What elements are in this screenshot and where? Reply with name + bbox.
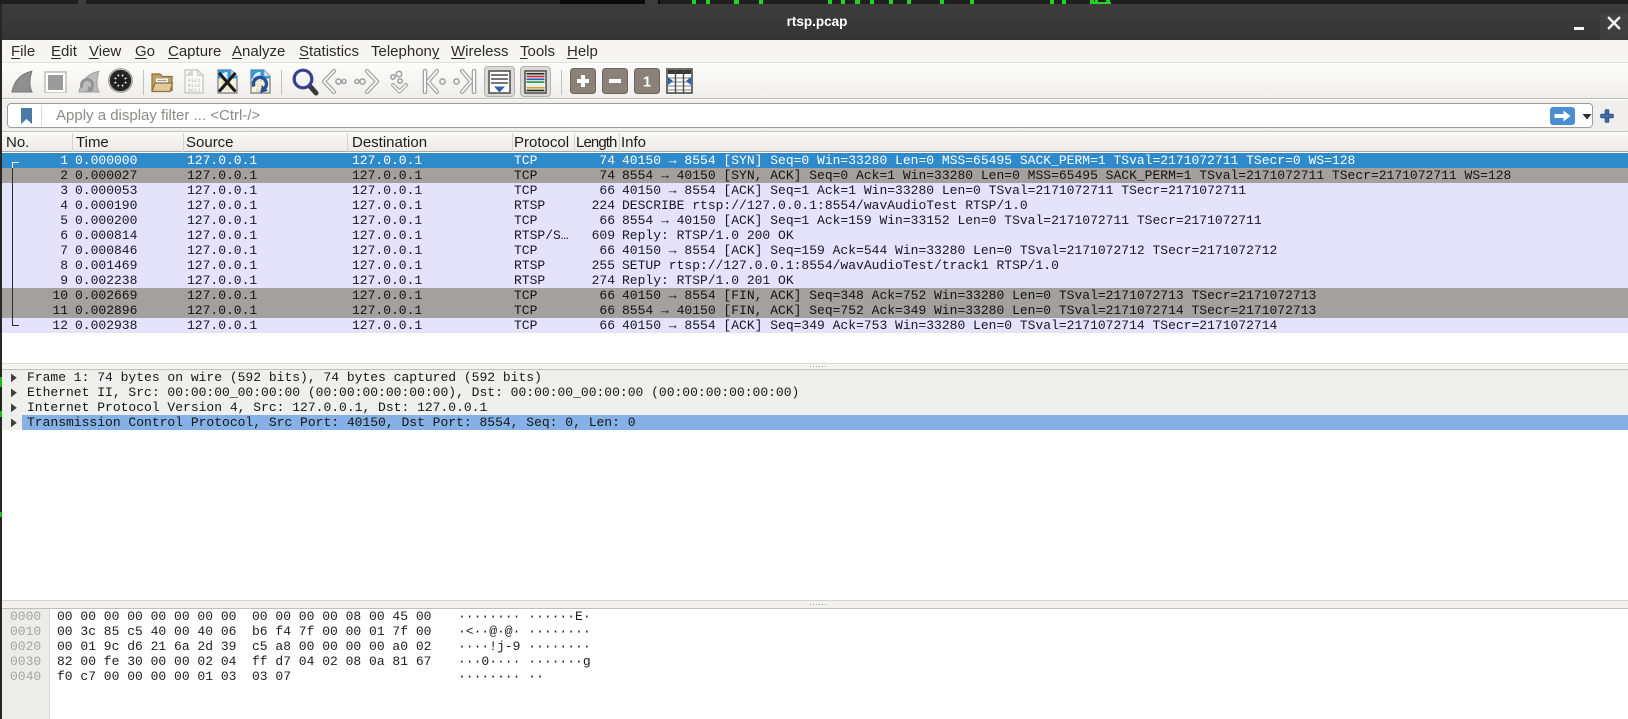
svg-text:1: 1	[643, 74, 651, 91]
svg-text:0011: 0011	[188, 87, 202, 94]
